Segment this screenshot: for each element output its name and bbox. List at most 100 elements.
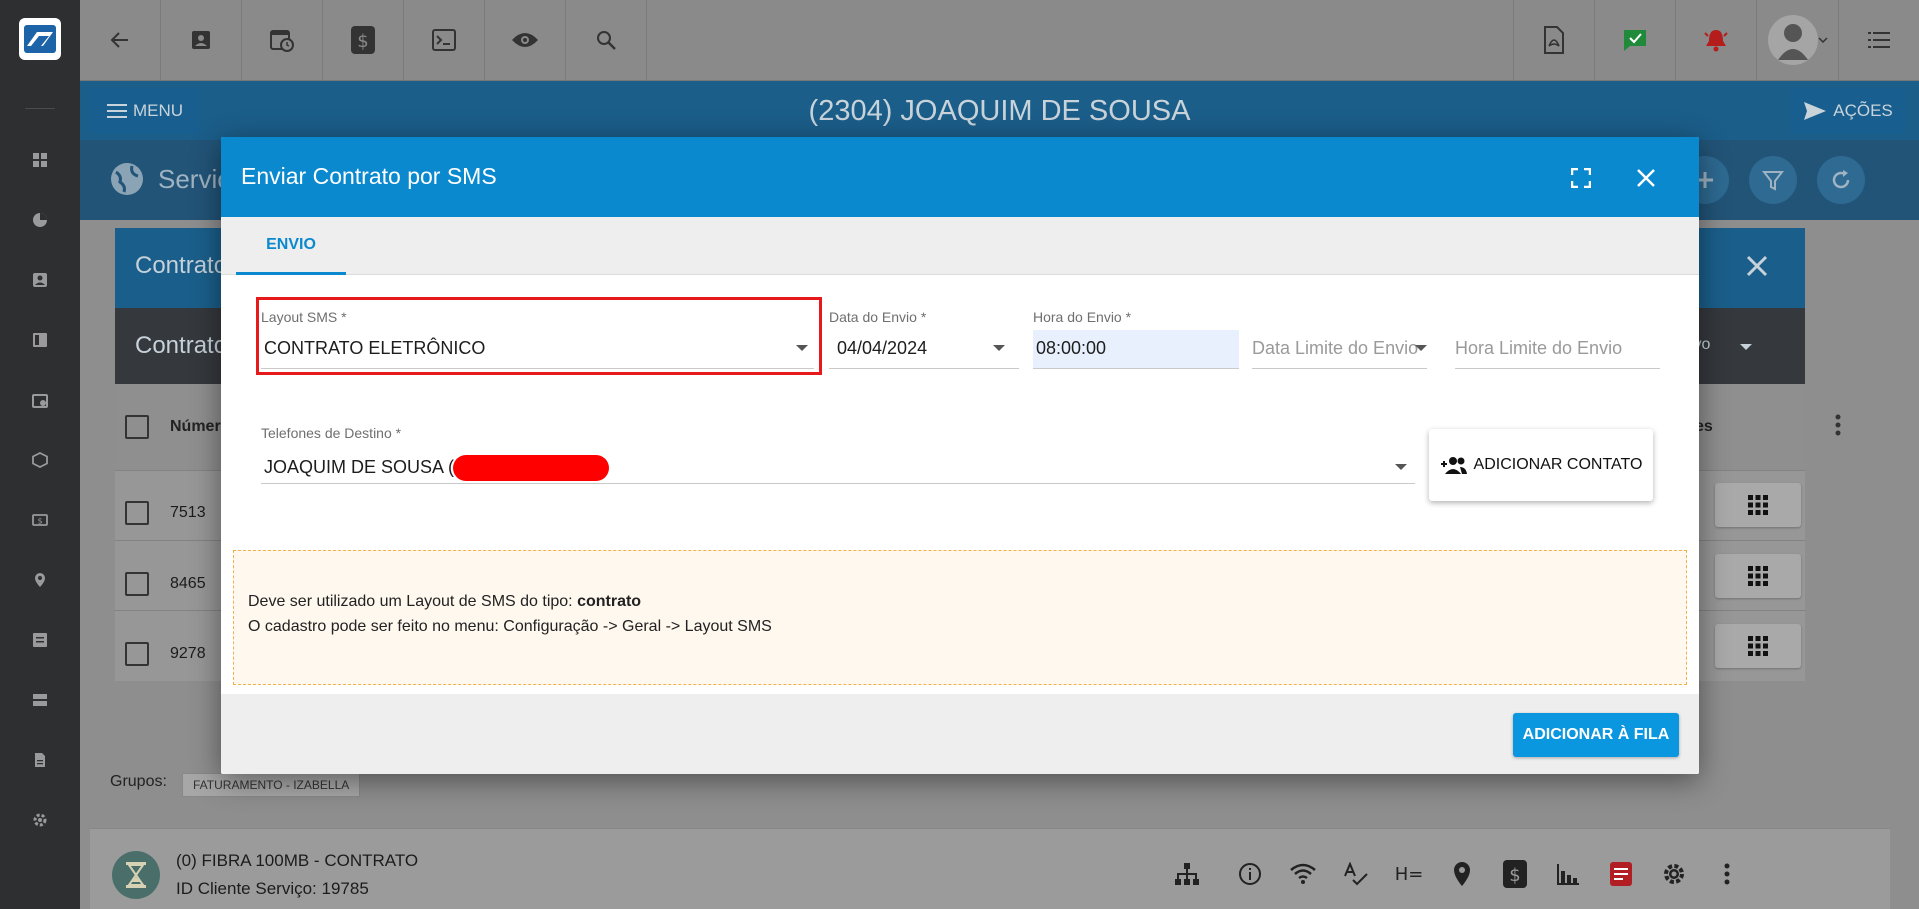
client-title: (2304) JOAQUIM DE SOUSA xyxy=(808,95,1191,127)
row-actions-button[interactable] xyxy=(1715,554,1801,598)
app-logo[interactable] xyxy=(19,18,61,60)
refresh-icon xyxy=(1832,170,1850,189)
wifi-icon[interactable] xyxy=(1290,861,1316,887)
list-doc-icon[interactable] xyxy=(28,628,52,652)
info-box: Deve ser utilizado um Layout de SMS do t… xyxy=(233,550,1687,685)
alarm-bell-icon[interactable] xyxy=(1675,0,1756,80)
chevron-down-icon[interactable] xyxy=(1415,345,1427,351)
add-contact-label: ADICIONAR CONTATO xyxy=(1473,456,1643,473)
calendar-clock-icon[interactable] xyxy=(242,0,323,80)
grupo-chip: FATURAMENTO - IZABELLA xyxy=(182,773,361,797)
telefones-select[interactable]: JOAQUIM DE SOUSA ( xyxy=(264,457,454,478)
h-equals-icon[interactable]: H= xyxy=(1395,861,1424,887)
fullscreen-icon[interactable] xyxy=(1571,168,1591,188)
row-actions-button[interactable] xyxy=(1715,483,1801,527)
layout-sms-select[interactable]: CONTRATO ELETRÔNICO xyxy=(264,338,485,359)
add-to-queue-button[interactable]: ADICIONAR À FILA xyxy=(1513,713,1679,757)
data-envio-input[interactable]: 04/04/2024 xyxy=(837,338,927,359)
contrato-dialog-title: Contrato xyxy=(135,252,228,279)
map-pin-icon[interactable] xyxy=(1449,861,1475,887)
svg-text:$: $ xyxy=(1509,865,1520,886)
grid-icon xyxy=(1748,495,1768,515)
billing-icon[interactable]: $ xyxy=(1502,860,1528,888)
location-icon[interactable] xyxy=(28,568,52,592)
row-actions-button[interactable] xyxy=(1715,624,1801,668)
contrato-dialog-subtitle: Contrato xyxy=(135,332,228,359)
chevron-down-icon[interactable] xyxy=(796,345,808,351)
grupos-label: Grupos: xyxy=(110,773,167,790)
close-icon[interactable] xyxy=(1745,254,1769,278)
eye-icon[interactable] xyxy=(485,0,566,80)
data-limite-input[interactable]: Data Limite do Envio xyxy=(1252,338,1427,359)
layout-sms-label: Layout SMS * xyxy=(261,309,347,325)
modal-footer: ADICIONAR À FILA xyxy=(221,694,1699,774)
info-line-1: Deve ser utilizado um Layout de SMS do t… xyxy=(248,593,642,610)
money-icon[interactable]: $ xyxy=(28,508,52,532)
modal-header: Enviar Contrato por SMS xyxy=(221,137,1699,217)
server-icon[interactable] xyxy=(28,688,52,712)
dashboard-icon[interactable] xyxy=(28,148,52,172)
calendar-icon[interactable] xyxy=(28,388,52,412)
chevron-down-icon[interactable] xyxy=(1395,464,1407,470)
back-arrow-icon[interactable] xyxy=(80,0,161,80)
close-icon[interactable] xyxy=(1636,168,1656,188)
row-checkbox[interactable] xyxy=(125,572,149,596)
contact-card-icon[interactable] xyxy=(161,0,242,80)
redacted-phone xyxy=(453,455,609,481)
more-vert-icon[interactable] xyxy=(1835,414,1841,436)
dollar-icon[interactable]: $ xyxy=(323,0,404,80)
hourglass-icon xyxy=(112,851,160,899)
pie-chart-icon[interactable] xyxy=(28,208,52,232)
search-icon[interactable] xyxy=(566,0,647,80)
hora-envio-input[interactable]: 08:00:00 xyxy=(1036,338,1106,359)
row-checkbox[interactable] xyxy=(125,501,149,525)
svg-text:$: $ xyxy=(357,31,368,52)
pdf-icon[interactable] xyxy=(1513,0,1594,80)
chat-check-icon[interactable] xyxy=(1594,0,1675,80)
data-envio-label: Data do Envio * xyxy=(829,309,927,325)
hora-envio-label: Hora do Envio * xyxy=(1033,309,1132,325)
modal-title: Enviar Contrato por SMS xyxy=(241,163,497,189)
acoes-button[interactable]: AÇÕES xyxy=(1790,88,1906,134)
client-header: MENU (2304) JOAQUIM DE SOUSA AÇÕES xyxy=(80,81,1919,140)
user-avatar-icon[interactable] xyxy=(1756,0,1838,80)
filter-button[interactable] xyxy=(1749,156,1797,204)
chevron-down-icon[interactable] xyxy=(993,345,1005,351)
row-number: 8465 xyxy=(170,575,206,592)
tab-envio[interactable]: ENVIO xyxy=(236,217,346,275)
terminal-icon[interactable] xyxy=(404,0,485,80)
left-sidebar: $ xyxy=(0,0,80,909)
select-all-checkbox[interactable] xyxy=(125,415,149,439)
add-contact-button[interactable]: ADICIONAR CONTATO xyxy=(1429,429,1653,501)
box-icon[interactable] xyxy=(28,448,52,472)
service-card: (0) FIBRA 100MB - CONTRATO ID Cliente Se… xyxy=(90,828,1890,909)
telefones-label: Telefones de Destino * xyxy=(261,425,402,441)
settings-gear-icon[interactable] xyxy=(1661,861,1687,887)
more-vert-icon[interactable] xyxy=(1714,861,1740,887)
info-line-2: O cadastro pode ser feito no menu: Confi… xyxy=(248,618,772,635)
grid-icon xyxy=(1748,636,1768,656)
refresh-button[interactable] xyxy=(1817,156,1865,204)
row-checkbox[interactable] xyxy=(125,642,149,666)
hora-limite-input[interactable]: Hora Limite do Envio xyxy=(1455,338,1622,359)
bar-chart-icon[interactable] xyxy=(1555,861,1581,887)
contract-doc-icon[interactable] xyxy=(1608,861,1634,887)
svg-text:$: $ xyxy=(37,517,42,526)
sms-contract-modal: Enviar Contrato por SMS ENVIO Layout SMS… xyxy=(221,137,1699,774)
grid-icon xyxy=(1748,566,1768,586)
services-title: Serviç xyxy=(158,164,231,194)
document-icon[interactable] xyxy=(28,748,52,772)
contact-icon[interactable] xyxy=(28,268,52,292)
network-tree-icon[interactable] xyxy=(1174,861,1200,887)
service-name: (0) FIBRA 100MB - CONTRATO xyxy=(176,851,419,870)
globe-icon xyxy=(111,163,143,195)
board-icon[interactable] xyxy=(28,328,52,352)
service-id: ID Cliente Serviço: 19785 xyxy=(176,879,369,898)
settings-icon[interactable] xyxy=(28,808,52,832)
group-add-icon xyxy=(1440,457,1467,474)
list-icon[interactable] xyxy=(1838,0,1919,80)
info-icon[interactable] xyxy=(1237,861,1263,887)
spellcheck-icon[interactable] xyxy=(1343,861,1369,887)
chevron-down-icon xyxy=(1740,344,1752,350)
top-toolbar: $ xyxy=(80,0,1919,81)
